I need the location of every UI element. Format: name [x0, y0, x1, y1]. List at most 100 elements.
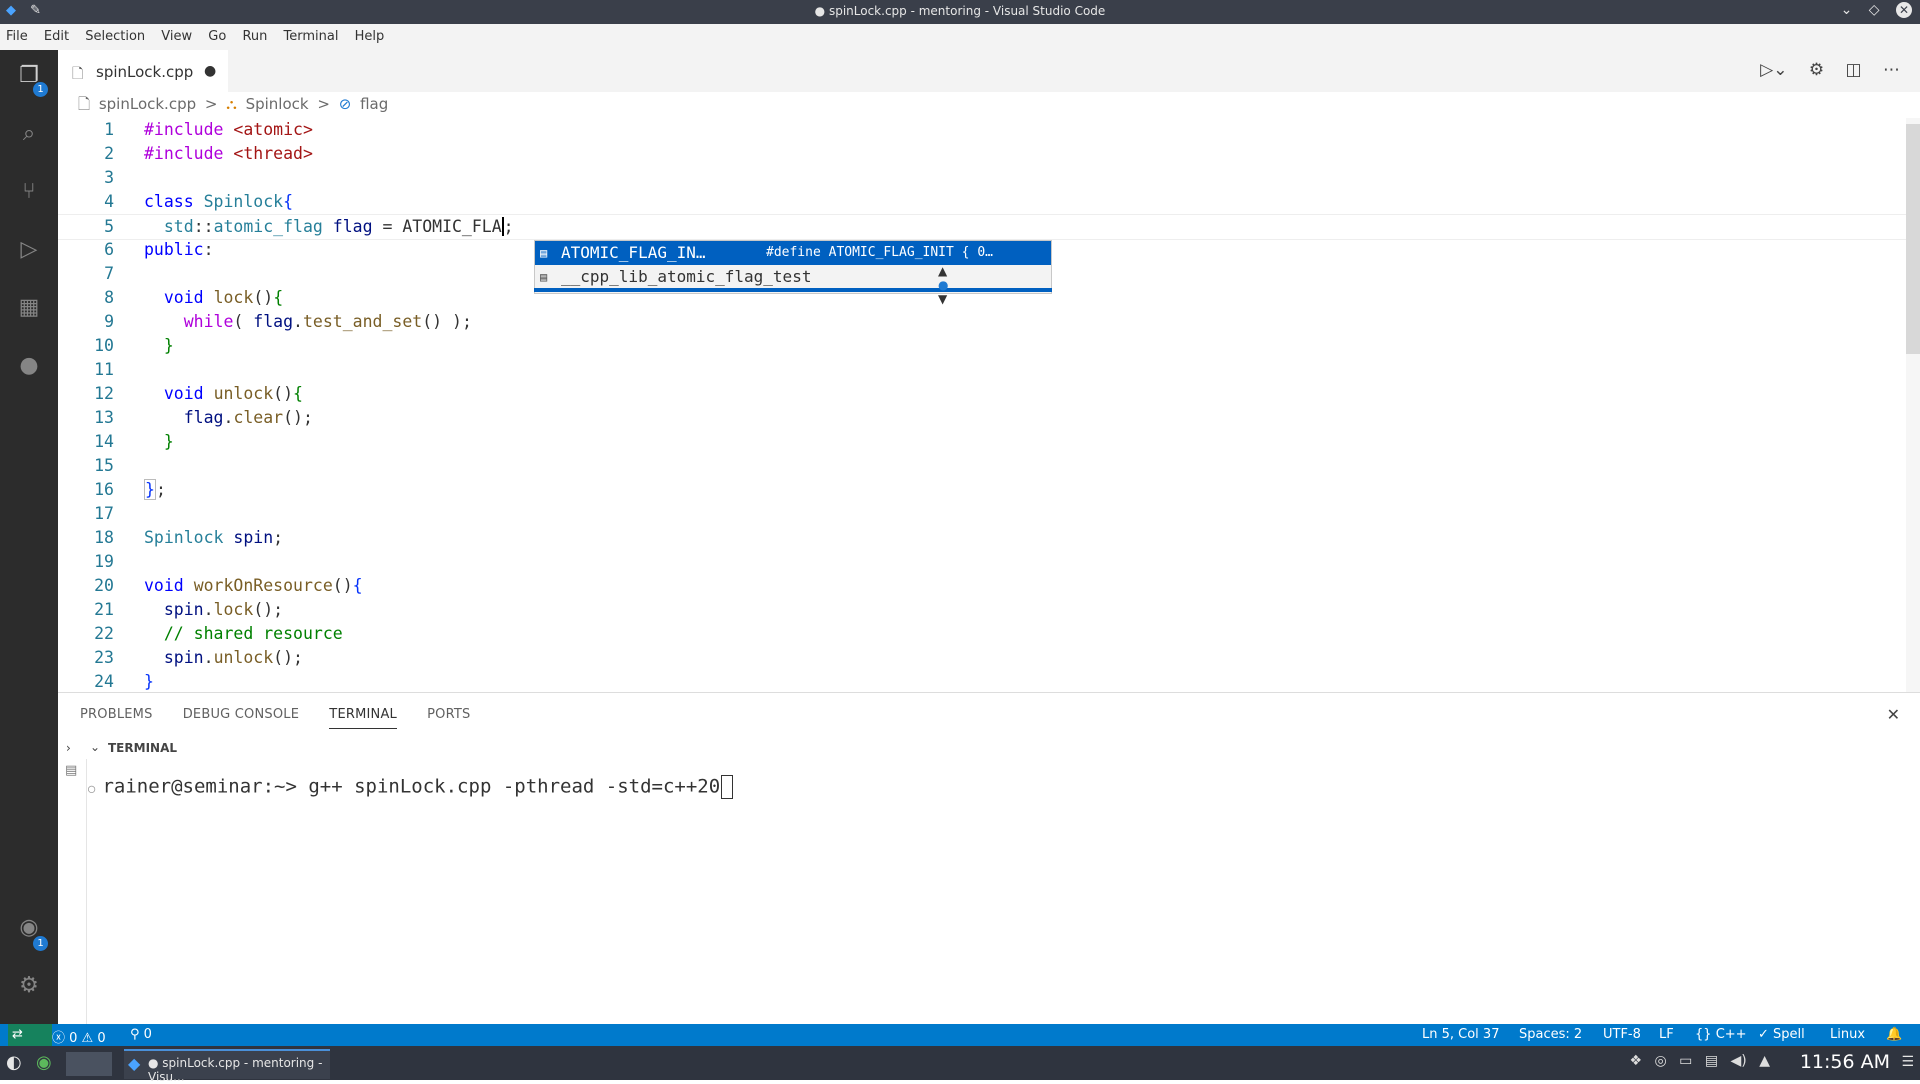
os-taskbar: ◐ ◉ ◆ ● spinLock.cpp - mentoring - Visu.…: [0, 1046, 1920, 1084]
dropbox-icon[interactable]: ❖: [1629, 1053, 1642, 1069]
menu-help[interactable]: Help: [349, 24, 391, 49]
code-text: }: [163, 432, 174, 451]
menu-selection[interactable]: Selection: [79, 24, 151, 49]
code-line-current: 5 std::atomic_flag flag = ATOMIC_FLA;: [58, 214, 1910, 240]
spell-label: Spell: [1773, 1027, 1805, 1042]
app-icon[interactable]: ◉: [36, 1052, 52, 1073]
errors-warnings[interactable]: ⓧ 0 ⚠ 0: [52, 1027, 106, 1046]
language-mode[interactable]: {} C++: [1695, 1027, 1747, 1042]
menu-icon[interactable]: ☰: [1901, 1054, 1914, 1070]
close-panel-icon[interactable]: ✕: [1887, 705, 1900, 724]
maximize-icon[interactable]: ◇: [1869, 2, 1880, 18]
tab-terminal[interactable]: TERMINAL: [329, 707, 397, 729]
line-number: 16: [94, 480, 114, 499]
code-line: 10 }: [58, 334, 1910, 358]
code-text: Spinlock spin;: [144, 528, 284, 547]
breadcrumb-member[interactable]: flag: [360, 95, 388, 113]
platform[interactable]: Linux: [1830, 1027, 1865, 1042]
line-number: 11: [94, 360, 114, 379]
ports-status[interactable]: ⚲ 0: [130, 1027, 152, 1042]
tab-problems[interactable]: PROBLEMS: [80, 707, 153, 728]
source-control-icon[interactable]: ⑂: [15, 178, 43, 206]
close-window-icon[interactable]: ✕: [1896, 2, 1912, 18]
line-number: 20: [94, 576, 114, 595]
code-text: std::atomic_flag flag = ATOMIC_FLA;: [163, 217, 514, 236]
clock[interactable]: 11:56 AM: [1800, 1051, 1890, 1073]
minimize-icon[interactable]: ⌄: [1841, 2, 1853, 18]
terminal-section-header[interactable]: › ⌄ TERMINAL: [58, 737, 1920, 759]
code-line: 3: [58, 166, 1910, 190]
code-line: 15: [58, 454, 1910, 478]
suggest-label: ATOMIC_FLAG_IN…: [561, 243, 706, 262]
suggest-item[interactable]: ▤ __cpp_lib_atomic_flag_test: [535, 265, 1051, 289]
display-icon[interactable]: ▭: [1679, 1053, 1692, 1069]
menu-view[interactable]: View: [155, 24, 198, 49]
menu-edit[interactable]: Edit: [38, 24, 75, 49]
warning-count: 0: [97, 1031, 106, 1046]
more-actions-icon[interactable]: ⋯: [1883, 60, 1900, 80]
menu-go[interactable]: Go: [202, 24, 232, 49]
text-icon: ▤: [540, 246, 548, 260]
code-line: 14 }: [58, 430, 1910, 454]
breadcrumb-class[interactable]: Spinlock: [246, 95, 309, 113]
code-text: spin.unlock();: [163, 648, 303, 667]
spell-check[interactable]: ✓ Spell: [1758, 1027, 1805, 1042]
indentation[interactable]: Spaces: 2: [1519, 1027, 1582, 1042]
menu-file[interactable]: File: [0, 24, 34, 49]
tab-ports[interactable]: PORTS: [427, 707, 470, 728]
settings-gear-icon[interactable]: ⚙: [15, 972, 43, 1000]
code-line: 24}: [58, 670, 1910, 692]
clipboard-icon[interactable]: ▤: [1705, 1053, 1718, 1069]
line-number: 3: [104, 168, 114, 187]
taskbar-window-vscode[interactable]: ◆ ● spinLock.cpp - mentoring - Visu...: [124, 1049, 330, 1084]
bottom-panel: PROBLEMS DEBUG CONSOLE TERMINAL PORTS ✕ …: [58, 692, 1920, 1025]
arrow-down-icon[interactable]: ▼: [938, 292, 948, 306]
window-controls: ⌄ ◇ ✕: [1829, 2, 1912, 18]
code-line: 2 #include <thread>: [58, 142, 1910, 166]
search-icon[interactable]: ⌕: [15, 120, 43, 148]
terminal-list-icon[interactable]: ▤: [65, 763, 77, 778]
menu-terminal[interactable]: Terminal: [278, 24, 345, 49]
volume-icon[interactable]: ◀): [1731, 1053, 1747, 1069]
code-line: 13 flag.clear();: [58, 406, 1910, 430]
encoding[interactable]: UTF-8: [1603, 1027, 1641, 1042]
ports-count: 0: [143, 1027, 152, 1042]
suggest-scroll-control[interactable]: ▲ ● ▼: [938, 264, 948, 306]
code-line: 18 Spinlock spin;: [58, 526, 1910, 550]
app-launcher-icon[interactable]: ◐: [6, 1052, 22, 1073]
split-editor-icon[interactable]: ◫: [1846, 60, 1862, 80]
suggest-item[interactable]: ▤ ATOMIC_FLAG_IN… #define ATOMIC_FLAG_IN…: [535, 241, 1051, 265]
extensions-icon[interactable]: ▦: [15, 294, 43, 322]
code-editor[interactable]: 1 #include <atomic> 2 #include <thread> 3 …: [58, 118, 1910, 692]
update-icon[interactable]: ◎: [1654, 1053, 1666, 1069]
remote-icon[interactable]: ⇄: [8, 1024, 52, 1046]
notifications-bell-icon[interactable]: 🔔: [1886, 1027, 1902, 1042]
terminal-output[interactable]: ○ rainer@seminar:~> g++ spinLock.cpp -pt…: [88, 775, 734, 799]
editor-scrollbar[interactable]: [1906, 118, 1920, 692]
tab-spinlock-cpp[interactable]: 🗋 spinLock.cpp ●: [58, 50, 228, 93]
code-line: 1 #include <atomic>: [58, 118, 1910, 142]
editor-scroll-thumb[interactable]: [1906, 124, 1920, 354]
tray-expand-icon[interactable]: ▲: [1759, 1053, 1770, 1069]
scroll-dot-icon[interactable]: ●: [938, 278, 948, 292]
chevron-down-icon[interactable]: ⌄: [90, 740, 100, 754]
arrow-up-icon[interactable]: ▲: [938, 264, 948, 278]
breadcrumb-file[interactable]: spinLock.cpp: [99, 95, 196, 113]
run-debug-icon[interactable]: ▷: [15, 236, 43, 264]
code-text: #include <thread>: [144, 144, 313, 163]
gear-icon[interactable]: ⚙: [1809, 60, 1824, 80]
line-number: 1: [104, 120, 114, 139]
unsaved-dot-icon[interactable]: ●: [204, 63, 216, 79]
line-number: 23: [94, 648, 114, 667]
end-of-line[interactable]: LF: [1659, 1027, 1674, 1042]
github-icon[interactable]: ●: [15, 352, 43, 380]
tab-debug-console[interactable]: DEBUG CONSOLE: [183, 707, 299, 728]
workspace-switcher[interactable]: [66, 1052, 112, 1076]
run-file-icon[interactable]: ▷⌄: [1760, 60, 1787, 80]
menu-run[interactable]: Run: [236, 24, 273, 49]
chevron-right-icon[interactable]: ›: [66, 741, 71, 755]
cursor-position[interactable]: Ln 5, Col 37: [1422, 1027, 1499, 1042]
line-number: 8: [104, 288, 114, 307]
suggest-resize-bar[interactable]: [534, 288, 1052, 292]
terminal-status-icon: ○: [88, 781, 103, 796]
